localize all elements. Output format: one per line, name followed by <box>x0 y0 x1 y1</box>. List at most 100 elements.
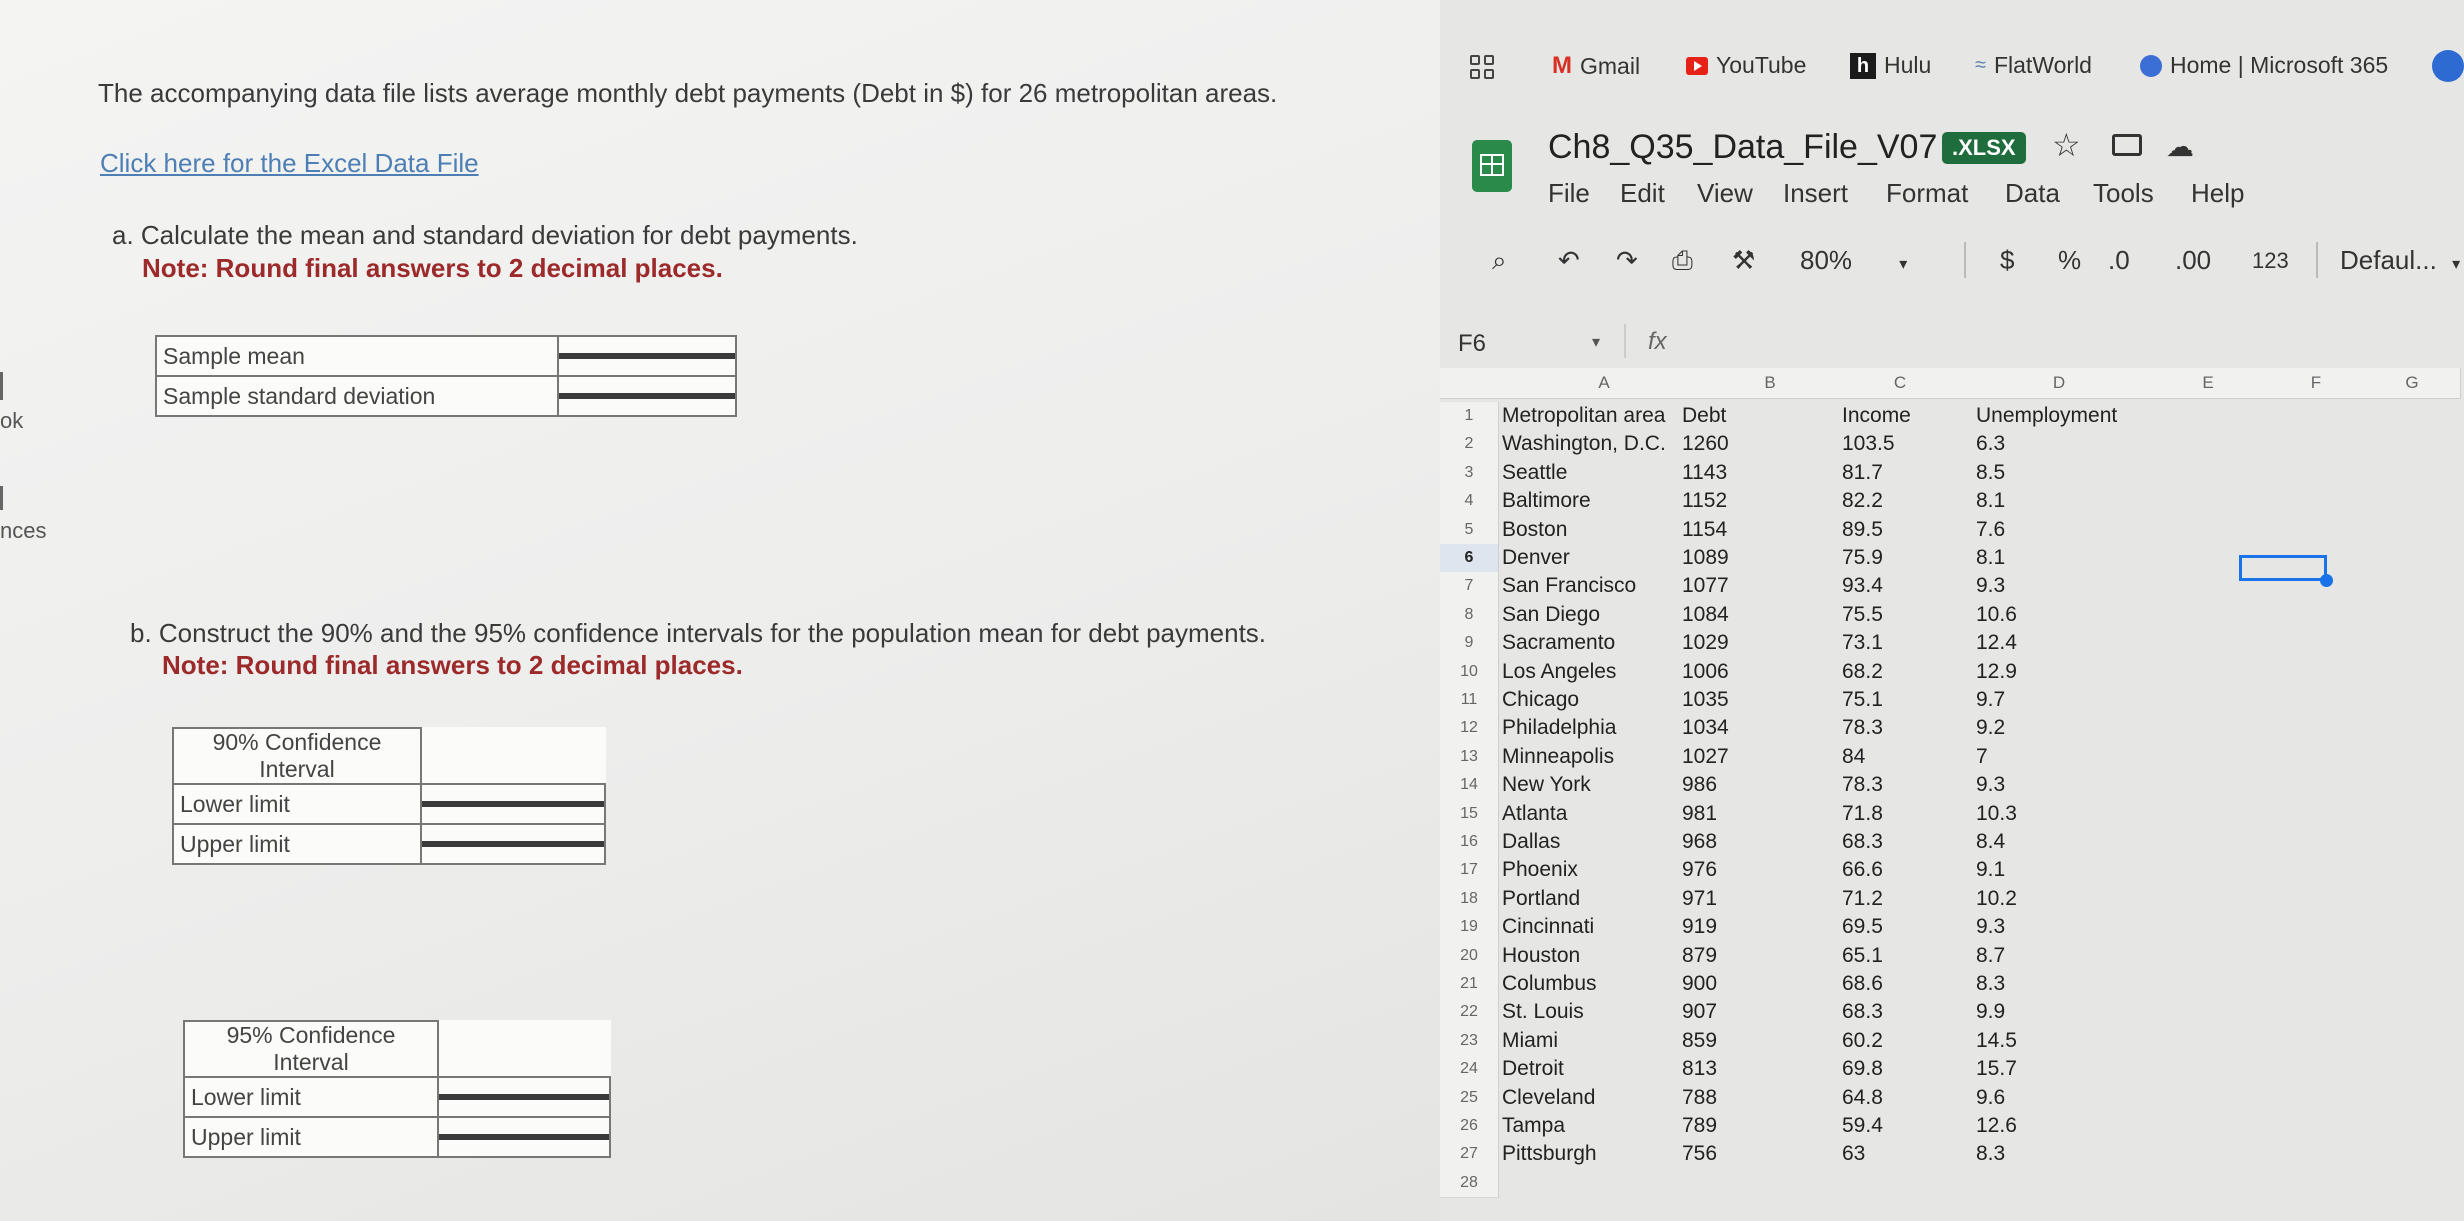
table-cell[interactable]: 1089 <box>1682 544 1729 572</box>
table-cell[interactable]: 1260 <box>1682 430 1729 458</box>
table-cell[interactable]: 66.6 <box>1842 856 1883 884</box>
table-cell[interactable]: 9.6 <box>1976 1084 2005 1112</box>
bookmark-flatworld[interactable]: ≈ FlatWorld <box>1975 52 2092 79</box>
table-cell[interactable]: Metropolitan area <box>1502 402 1665 430</box>
table-cell[interactable]: 968 <box>1682 828 1717 856</box>
table-cell[interactable]: San Francisco <box>1502 572 1636 600</box>
table-cell[interactable]: Miami <box>1502 1027 1558 1055</box>
chevron-down-icon[interactable]: ▾ <box>1592 332 1600 352</box>
table-cell[interactable]: 78.3 <box>1842 714 1883 742</box>
table-cell[interactable]: Baltimore <box>1502 487 1591 515</box>
menu-data[interactable]: Data <box>2005 178 2060 209</box>
table-cell[interactable]: 971 <box>1682 885 1717 913</box>
table-cell[interactable]: 78.3 <box>1842 771 1883 799</box>
row-header[interactable]: 24 <box>1440 1055 1499 1085</box>
table-cell[interactable]: 788 <box>1682 1084 1717 1112</box>
selected-cell-f6[interactable] <box>2239 555 2327 581</box>
table-cell[interactable]: 84 <box>1842 743 1865 771</box>
table-cell[interactable]: 73.1 <box>1842 629 1883 657</box>
table-cell[interactable]: 64.8 <box>1842 1084 1883 1112</box>
row-header[interactable]: 19 <box>1440 913 1499 943</box>
profile-icon[interactable] <box>2432 50 2464 82</box>
apps-grid-icon[interactable] <box>1470 55 1494 79</box>
table-cell[interactable]: 986 <box>1682 771 1717 799</box>
table-cell[interactable]: 68.3 <box>1842 998 1883 1026</box>
table-cell[interactable]: 7 <box>1976 743 1988 771</box>
table-cell[interactable]: 756 <box>1682 1140 1717 1168</box>
zoom-select[interactable]: 80% ▾ <box>1800 245 1907 276</box>
row-header[interactable]: 6 <box>1440 544 1499 574</box>
table-cell[interactable]: Washington, D.C. <box>1502 430 1666 458</box>
table-cell[interactable]: Cincinnati <box>1502 913 1594 941</box>
table-cell[interactable]: 8.1 <box>1976 487 2005 515</box>
table-cell[interactable]: 976 <box>1682 856 1717 884</box>
row-header[interactable]: 9 <box>1440 629 1499 659</box>
table-cell[interactable]: 63 <box>1842 1140 1865 1168</box>
table-cell[interactable]: 68.2 <box>1842 658 1883 686</box>
sample-mean-input[interactable] <box>559 353 735 359</box>
row-header[interactable]: 14 <box>1440 771 1499 801</box>
excel-data-link[interactable]: Click here for the Excel Data File <box>100 148 479 179</box>
table-cell[interactable]: Chicago <box>1502 686 1579 714</box>
table-cell[interactable]: 8.5 <box>1976 459 2005 487</box>
table-cell[interactable]: 103.5 <box>1842 430 1895 458</box>
table-cell[interactable]: 60.2 <box>1842 1027 1883 1055</box>
spreadsheet-grid[interactable]: ABCDEFG 1 Metropolitan area Debt Income Unem… <box>1440 368 2464 1221</box>
table-cell[interactable]: Tampa <box>1502 1112 1565 1140</box>
star-icon[interactable]: ☆ <box>2052 126 2081 164</box>
row-header[interactable]: 7 <box>1440 572 1499 602</box>
table-cell[interactable]: 1084 <box>1682 601 1729 629</box>
menu-tools[interactable]: Tools <box>2093 178 2154 209</box>
menu-help[interactable]: Help <box>2191 178 2244 209</box>
ci90-upper-input[interactable] <box>422 841 604 847</box>
menu-edit[interactable]: Edit <box>1620 178 1665 209</box>
fill-handle[interactable] <box>2320 574 2333 587</box>
table-cell[interactable]: Dallas <box>1502 828 1560 856</box>
table-cell[interactable]: 1154 <box>1682 516 1727 544</box>
table-cell[interactable]: 69.5 <box>1842 913 1883 941</box>
row-header[interactable]: 10 <box>1440 657 1499 687</box>
ci95-upper-input[interactable] <box>439 1134 609 1140</box>
row-header[interactable]: 13 <box>1440 742 1499 773</box>
column-header-f[interactable]: F <box>2268 368 2365 399</box>
table-cell[interactable]: Denver <box>1502 544 1570 572</box>
search-icon[interactable]: ⌕ <box>1492 245 1507 277</box>
table-cell[interactable]: 68.3 <box>1842 828 1883 856</box>
table-cell[interactable]: St. Louis <box>1502 998 1584 1026</box>
table-cell[interactable]: 59.4 <box>1842 1112 1883 1140</box>
table-cell[interactable]: 15.7 <box>1976 1055 2017 1083</box>
table-cell[interactable]: 859 <box>1682 1027 1717 1055</box>
table-cell[interactable]: Pittsburgh <box>1502 1140 1597 1168</box>
table-cell[interactable]: 981 <box>1682 800 1717 828</box>
row-header[interactable]: 28 <box>1440 1168 1499 1199</box>
row-header[interactable]: 18 <box>1440 884 1499 915</box>
table-cell[interactable]: Cleveland <box>1502 1084 1595 1112</box>
row-header[interactable]: 23 <box>1440 1026 1499 1057</box>
table-cell[interactable]: 6.3 <box>1976 430 2005 458</box>
paint-format-icon[interactable]: ⚒ <box>1732 245 1755 276</box>
table-cell[interactable]: 89.5 <box>1842 516 1883 544</box>
redo-icon[interactable]: ↷ <box>1616 245 1638 276</box>
format-percent-button[interactable]: % <box>2058 245 2081 276</box>
table-cell[interactable]: 8.3 <box>1976 1140 2005 1168</box>
table-cell[interactable]: 900 <box>1682 970 1717 998</box>
table-cell[interactable]: Detroit <box>1502 1055 1564 1083</box>
table-cell[interactable]: 10.3 <box>1976 800 2017 828</box>
undo-icon[interactable]: ↶ <box>1558 245 1580 276</box>
row-header[interactable]: 11 <box>1440 686 1499 716</box>
table-cell[interactable]: 75.9 <box>1842 544 1883 572</box>
table-cell[interactable]: 1077 <box>1682 572 1729 600</box>
name-box[interactable]: F6 <box>1458 330 1486 358</box>
bookmark-youtube[interactable]: YouTube <box>1686 52 1806 79</box>
ci95-lower-input[interactable] <box>439 1094 609 1100</box>
table-cell[interactable]: 1035 <box>1682 686 1729 714</box>
table-cell[interactable]: Atlanta <box>1502 800 1567 828</box>
row-header[interactable]: 1 <box>1440 402 1499 432</box>
table-cell[interactable]: Unemployment <box>1976 402 2117 430</box>
table-cell[interactable]: 907 <box>1682 998 1717 1026</box>
table-cell[interactable]: 789 <box>1682 1112 1717 1140</box>
print-icon[interactable]: ⎙ <box>1672 245 1693 277</box>
table-cell[interactable]: 879 <box>1682 942 1717 970</box>
ci90-lower-input[interactable] <box>422 801 604 807</box>
table-cell[interactable]: 12.4 <box>1976 629 2017 657</box>
